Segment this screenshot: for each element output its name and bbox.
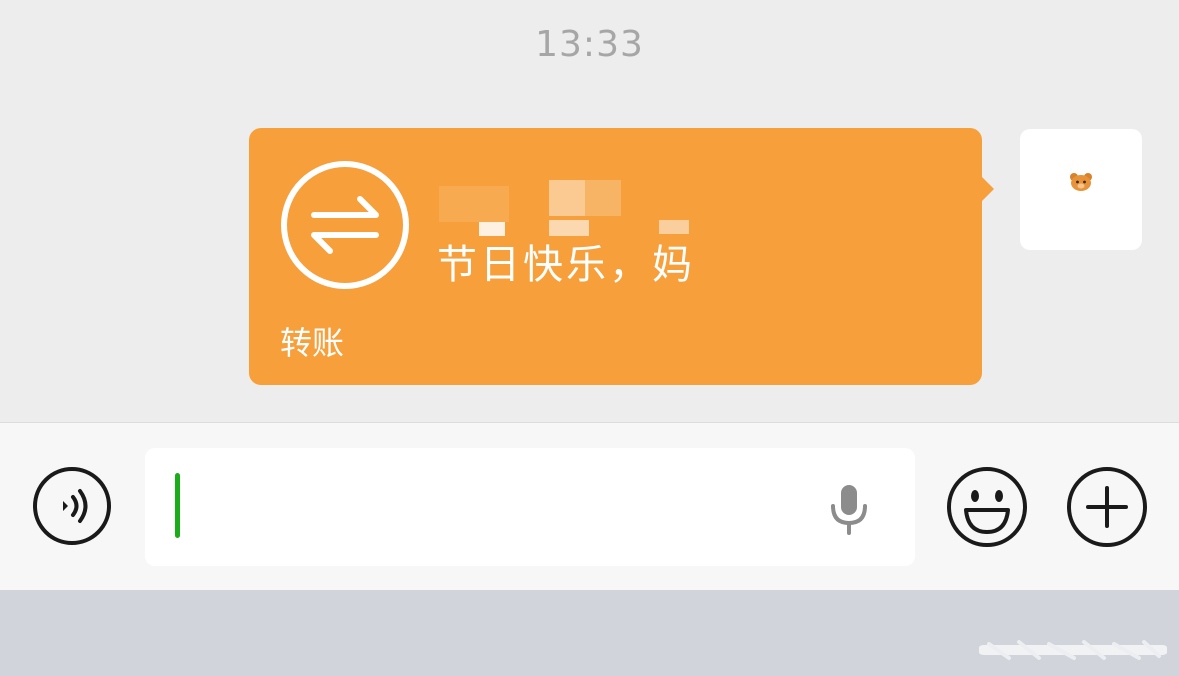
plus-icon[interactable] [1066,466,1148,548]
transfer-arrows-icon [281,161,409,289]
bubble-tail [981,176,994,202]
transfer-note: 节日快乐，妈 [437,242,695,288]
chat-area: 13:33 节日快乐，妈 转账 [0,0,1179,422]
avatar[interactable] [1020,129,1142,250]
bear-avatar-icon [1070,173,1092,191]
message-timestamp: 13:33 [535,24,644,65]
microphone-icon[interactable] [825,482,873,536]
blur-block [585,180,621,216]
message-input[interactable] [145,448,915,566]
text-cursor [175,473,180,538]
blur-block [549,180,585,216]
input-bar [0,422,1179,590]
smiley-icon[interactable] [946,466,1028,548]
keyboard-area [0,590,1179,676]
voice-wave-icon[interactable] [32,466,112,546]
transfer-message-card[interactable]: 节日快乐，妈 转账 [249,128,994,385]
blur-block [439,186,509,222]
watermark-scribble [979,640,1167,660]
transfer-type-label: 转账 [280,324,345,362]
blurred-amount [439,180,719,240]
